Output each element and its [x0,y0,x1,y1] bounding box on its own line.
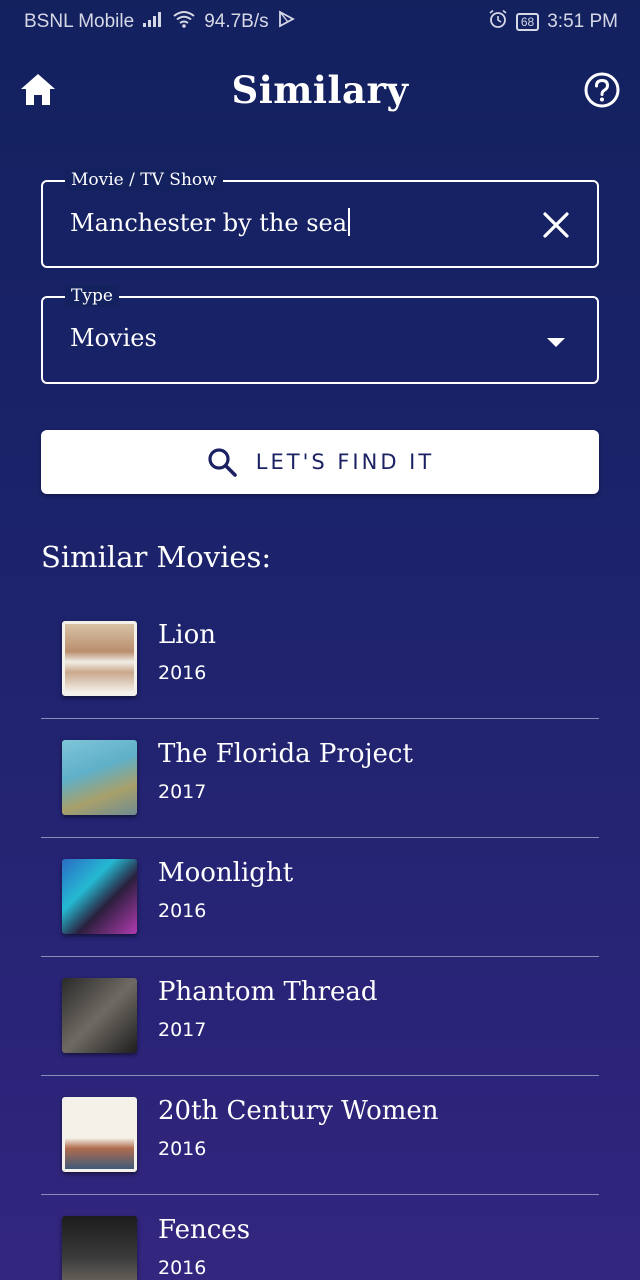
movie-search-field[interactable]: Movie / TV Show Manchester by the sea [41,169,599,268]
movie-search-input[interactable]: Manchester by the sea [70,209,347,237]
result-title: Lion [158,620,216,650]
type-select-label: Type [65,285,119,307]
result-item[interactable]: Fences 2016 [41,1195,599,1280]
result-title: Moonlight [158,858,294,888]
close-icon [543,212,569,238]
result-item[interactable]: Moonlight 2016 [41,838,599,957]
result-title: The Florida Project [158,739,413,769]
result-item[interactable]: Phantom Thread 2017 [41,957,599,1076]
wifi-icon [172,10,196,34]
find-button[interactable]: LET'S FIND IT [41,430,599,494]
battery-level: 68 [515,13,540,31]
play-store-icon [277,10,295,34]
app-bar: Similary [0,58,640,122]
result-year: 2016 [158,900,207,922]
signal-icon [142,10,164,34]
result-title: 20th Century Women [158,1096,439,1126]
find-button-label: LET'S FIND IT [255,450,435,474]
result-item[interactable]: The Florida Project 2017 [41,719,599,838]
clock: 3:51 PM [547,11,618,32]
results-heading: Similar Movies: [41,540,272,574]
poster-image [62,1216,137,1280]
dropdown-arrow-icon [547,338,565,347]
poster-image [62,740,137,815]
type-select[interactable]: Type Movies [41,285,599,384]
type-select-value: Movies [70,324,157,352]
poster-image [62,621,137,696]
result-year: 2016 [158,1138,207,1160]
carrier-name: BSNL Mobile [24,11,135,32]
help-button[interactable] [582,70,622,110]
movie-search-label: Movie / TV Show [65,169,223,191]
alarm-icon [488,9,508,35]
text-cursor [348,208,351,236]
result-year: 2016 [158,662,207,684]
result-year: 2016 [158,1257,207,1279]
status-bar: BSNL Mobile 94.7B/s 68 3:51 PM [0,0,640,44]
app-title: Similary [231,68,409,112]
help-circle-icon [584,72,620,108]
clear-search-button[interactable] [541,210,571,240]
home-button[interactable] [18,72,58,108]
network-speed: 94.7B/s [204,11,269,32]
poster-image [62,1097,137,1172]
result-year: 2017 [158,781,207,803]
result-item[interactable]: 20th Century Women 2016 [41,1076,599,1195]
result-title: Phantom Thread [158,977,378,1007]
result-item[interactable]: Lion 2016 [41,600,599,719]
results-list: Lion 2016 The Florida Project 2017 Moonl… [41,600,599,1280]
poster-image [62,978,137,1053]
search-icon [208,448,237,477]
result-year: 2017 [158,1019,207,1041]
result-title: Fences [158,1215,251,1245]
poster-image [62,859,137,934]
home-icon [21,74,55,105]
